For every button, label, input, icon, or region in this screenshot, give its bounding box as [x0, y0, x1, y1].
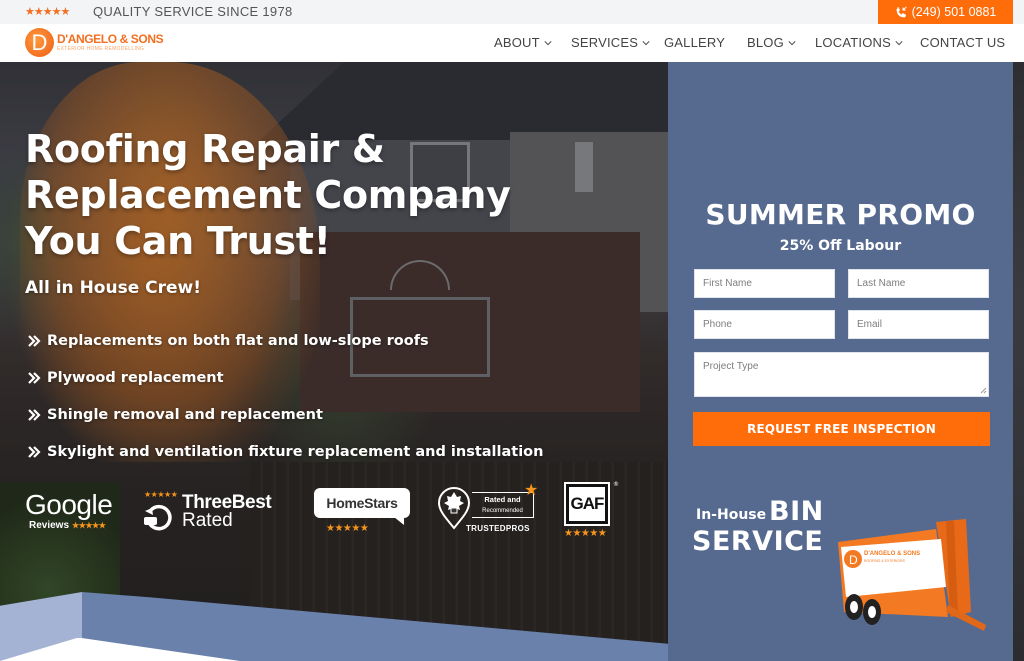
feature-item: Skylight and ventilation fixture replace… [27, 433, 543, 470]
chevron-down-icon [788, 40, 796, 45]
nav-item-about[interactable]: ABOUT [494, 35, 552, 50]
brand-subtitle: EXTERIOR HOME REMODELLING [57, 46, 145, 52]
phone-button[interactable]: (249) 501 0881 [878, 0, 1013, 24]
google-reviews-badge[interactable]: Google Reviews ★★★★★ [25, 489, 113, 532]
promo-title: SUMMER PROMO [705, 198, 976, 231]
trailer-brand-sub: ROOFING & EXTERIORS [864, 559, 906, 563]
star-rating: ★★★★★ [72, 521, 106, 530]
star-rating: ★★★★★ [144, 490, 178, 499]
gaf-logo: GAF [564, 482, 610, 526]
trustedpros-badge[interactable]: Rated and Recommended ★ TRUSTEDPROS [436, 480, 541, 536]
brand-name: D'ANGELO & SONS [57, 32, 164, 46]
main-navbar: D D'ANGELO & SONS EXTERIOR HOME REMODELL… [0, 24, 1024, 62]
feature-list: Replacements on both flat and low-slope … [27, 322, 543, 470]
quality-tagline: QUALITY SERVICE SINCE 1978 [93, 4, 293, 19]
trailer-logo-letter: D [849, 553, 858, 567]
hero-title: Roofing Repair & Replacement Company You… [25, 127, 511, 263]
phone-icon [896, 5, 907, 17]
nav-item-gallery[interactable]: GALLERY [664, 35, 725, 50]
bin-service-bin: BIN [769, 496, 824, 527]
project-type-textarea[interactable] [694, 352, 989, 397]
brand-logo[interactable]: D D'ANGELO & SONS EXTERIOR HOME REMODELL… [25, 28, 164, 57]
chevron-down-icon [895, 40, 903, 45]
rating-stars: ★★★★★ [25, 5, 70, 18]
phone-input[interactable] [694, 310, 835, 339]
promo-form-panel: SUMMER PROMO 25% Off Labour REQUEST FREE… [668, 62, 1013, 661]
nav-item-contact-us[interactable]: CONTACT US [920, 35, 1005, 50]
promo-subtitle: 25% Off Labour [779, 238, 902, 254]
email-input[interactable] [848, 310, 989, 339]
feature-item: Shingle removal and replacement [27, 396, 543, 433]
double-chevron-right-icon [28, 371, 41, 384]
homestars-badge[interactable]: HomeStars ★★★★★ [314, 488, 410, 534]
bin-service-prefix: In-House [696, 507, 767, 523]
feature-item: Replacements on both flat and low-slope … [27, 322, 543, 359]
star-icon: ★ [524, 480, 539, 499]
chevron-down-icon [642, 40, 650, 45]
google-logo-text: Google [25, 489, 113, 520]
threebest-rated-badge[interactable]: ★★★★★ ThreeBest Rated [142, 490, 282, 536]
bin-trailer-illustration: D D'ANGELO & SONS ROOFING & EXTERIORS [838, 519, 986, 631]
hero-subtitle: All in House Crew! [25, 278, 202, 298]
nav-item-locations[interactable]: LOCATIONS [815, 35, 903, 50]
phone-number: (249) 501 0881 [911, 5, 997, 19]
bin-service-label: SERVICE [692, 526, 824, 557]
hero-section: Roofing Repair & Replacement Company You… [0, 62, 668, 661]
last-name-input[interactable] [848, 269, 989, 298]
gaf-badge[interactable]: GAF ® ★★★★★ [564, 481, 619, 539]
thumbs-up-refresh-icon [144, 504, 172, 531]
trailer-brand-text: D'ANGELO & SONS [864, 551, 920, 557]
request-inspection-button[interactable]: REQUEST FREE INSPECTION [693, 412, 990, 446]
logo-mark: D [25, 28, 54, 57]
double-chevron-right-icon [28, 408, 41, 421]
chevron-down-icon [544, 40, 552, 45]
nav-item-services[interactable]: SERVICES [571, 35, 650, 50]
top-bar: ★★★★★ QUALITY SERVICE SINCE 1978 (249) 5… [0, 0, 1024, 24]
star-rating: ★★★★★ [564, 528, 607, 539]
homestars-logo: HomeStars [314, 488, 410, 525]
double-chevron-right-icon [28, 445, 41, 458]
nav-item-blog[interactable]: BLOG [747, 35, 796, 50]
double-chevron-right-icon [28, 334, 41, 347]
page-edge [1013, 62, 1024, 661]
first-name-input[interactable] [694, 269, 835, 298]
resize-grip-icon[interactable] [979, 386, 987, 394]
feature-item: Plywood replacement [27, 359, 543, 396]
